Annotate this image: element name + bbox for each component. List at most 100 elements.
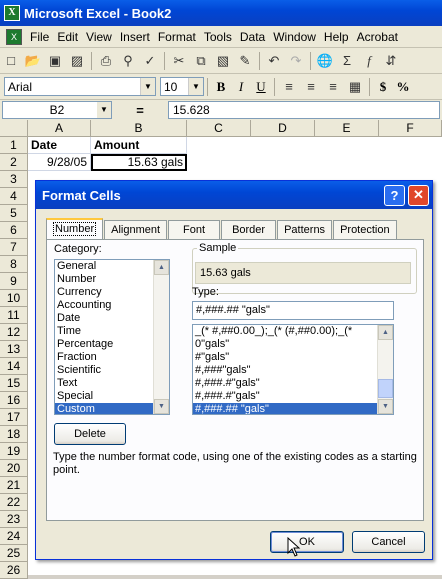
redo-icon[interactable]: ↷ — [285, 50, 307, 72]
help-icon[interactable]: ? — [384, 184, 405, 206]
select-all-corner[interactable] — [0, 120, 28, 137]
category-scrollbar[interactable]: ▲ ▼ — [153, 260, 169, 414]
column-header-a[interactable]: A — [28, 120, 91, 137]
scroll-thumb[interactable] — [378, 379, 393, 398]
row-header[interactable]: 15 — [0, 375, 28, 392]
row-header[interactable]: 22 — [0, 494, 28, 511]
menu-help[interactable]: Help — [320, 30, 353, 44]
merge-center-icon[interactable]: ▦ — [344, 76, 366, 98]
cell-a2[interactable]: 9/28/05 — [28, 154, 91, 171]
cell-b2[interactable]: 15.63 gals — [91, 154, 187, 171]
type-item[interactable]: 0"gals" — [193, 338, 393, 351]
type-scrollbar[interactable]: ▲ ▼ — [377, 325, 393, 414]
type-item[interactable]: #,###.#"gals" — [193, 390, 393, 403]
menu-edit[interactable]: Edit — [53, 30, 82, 44]
print-icon[interactable]: ⎙ — [95, 50, 117, 72]
row-header[interactable]: 4 — [0, 188, 28, 205]
formula-input[interactable]: 15.628 — [168, 101, 440, 119]
cancel-button[interactable]: Cancel — [352, 531, 425, 553]
cell-a1[interactable]: Date — [28, 137, 91, 154]
row-header[interactable]: 11 — [0, 307, 28, 324]
new-icon[interactable]: □ — [0, 50, 22, 72]
ok-button[interactable]: OK — [270, 531, 344, 553]
type-list[interactable]: _(* #,##0.00_);_(* (#,##0.00);_(* 0"gals… — [192, 324, 394, 415]
category-item[interactable]: Special — [55, 390, 169, 403]
currency-button[interactable]: $ — [373, 76, 393, 98]
type-input[interactable]: #,###.## "gals" — [192, 301, 394, 320]
row-header[interactable]: 5 — [0, 205, 28, 222]
row-header[interactable]: 23 — [0, 511, 28, 528]
category-list[interactable]: General Number Currency Accounting Date Time P… — [54, 259, 170, 415]
align-left-icon[interactable]: ≡ — [278, 76, 300, 98]
row-header[interactable]: 3 — [0, 171, 28, 188]
sort-ascending-icon[interactable]: ⇵ — [380, 50, 402, 72]
format-painter-icon[interactable]: ✎ — [234, 50, 256, 72]
row-header[interactable]: 8 — [0, 256, 28, 273]
tab-font[interactable]: Font — [168, 220, 221, 240]
percent-button[interactable]: % — [393, 76, 413, 98]
column-header-c[interactable]: C — [187, 120, 251, 137]
row-header[interactable]: 9 — [0, 273, 28, 290]
autosum-icon[interactable]: Σ — [336, 50, 358, 72]
scroll-thumb[interactable] — [154, 275, 169, 399]
row-header[interactable]: 1 — [0, 137, 28, 154]
column-header-f[interactable]: F — [379, 120, 442, 137]
menu-view[interactable]: View — [82, 30, 116, 44]
row-header[interactable]: 21 — [0, 477, 28, 494]
category-item[interactable]: General — [55, 260, 169, 273]
category-item[interactable]: Accounting — [55, 299, 169, 312]
italic-button[interactable]: I — [231, 76, 251, 98]
tab-number[interactable]: Number — [46, 218, 104, 240]
insert-function-icon[interactable]: f — [358, 50, 380, 72]
row-header[interactable]: 24 — [0, 528, 28, 545]
print-preview-icon[interactable]: ⚲ — [117, 50, 139, 72]
bold-button[interactable]: B — [211, 76, 231, 98]
row-header[interactable]: 26 — [0, 562, 28, 579]
tab-protection[interactable]: Protection — [333, 220, 397, 240]
row-header[interactable]: 25 — [0, 545, 28, 562]
row-header[interactable]: 20 — [0, 460, 28, 477]
name-box[interactable]: B2 ▼ — [2, 101, 112, 119]
tab-alignment[interactable]: Alignment — [104, 220, 168, 240]
menu-insert[interactable]: Insert — [116, 30, 154, 44]
category-item[interactable]: Currency — [55, 286, 169, 299]
type-item[interactable]: #"gals" — [193, 351, 393, 364]
category-item[interactable]: Number — [55, 273, 169, 286]
workbook-icon[interactable]: X — [6, 28, 22, 45]
menu-acrobat[interactable]: Acrobat — [353, 30, 402, 44]
category-item[interactable]: Custom — [55, 403, 169, 414]
category-item[interactable]: Percentage — [55, 338, 169, 351]
row-header[interactable]: 7 — [0, 239, 28, 256]
row-header[interactable]: 13 — [0, 341, 28, 358]
align-right-icon[interactable]: ≡ — [322, 76, 344, 98]
row-header[interactable]: 12 — [0, 324, 28, 341]
row-header[interactable]: 14 — [0, 358, 28, 375]
type-item[interactable]: #,###"gals" — [193, 364, 393, 377]
close-icon[interactable]: ✕ — [408, 184, 429, 206]
category-item[interactable]: Scientific — [55, 364, 169, 377]
tab-border[interactable]: Border — [221, 220, 277, 240]
hyperlink-icon[interactable]: 🌐 — [314, 50, 336, 72]
column-header-b[interactable]: B — [91, 120, 187, 137]
paste-icon[interactable]: ▧ — [212, 50, 234, 72]
menu-window[interactable]: Window — [269, 30, 320, 44]
menu-file[interactable]: File — [26, 30, 53, 44]
menu-tools[interactable]: Tools — [200, 30, 236, 44]
tab-patterns[interactable]: Patterns — [277, 220, 333, 240]
column-header-e[interactable]: E — [315, 120, 379, 137]
font-name-select[interactable]: Arial ▼ — [4, 77, 156, 96]
scroll-up-icon[interactable]: ▲ — [378, 325, 393, 340]
cell-b1[interactable]: Amount — [91, 137, 187, 154]
type-item[interactable]: #,###.## "gals" — [193, 403, 393, 414]
row-header[interactable]: 18 — [0, 426, 28, 443]
scroll-up-icon[interactable]: ▲ — [154, 260, 169, 275]
scroll-down-icon[interactable]: ▼ — [378, 399, 393, 414]
row-header[interactable]: 10 — [0, 290, 28, 307]
open-icon[interactable]: 📂 — [22, 50, 44, 72]
row-header[interactable]: 17 — [0, 409, 28, 426]
row-header[interactable]: 2 — [0, 154, 28, 171]
type-item[interactable]: _(* #,##0.00_);_(* (#,##0.00);_(* — [193, 325, 393, 338]
menu-format[interactable]: Format — [154, 30, 200, 44]
row-header[interactable]: 16 — [0, 392, 28, 409]
menu-data[interactable]: Data — [236, 30, 269, 44]
